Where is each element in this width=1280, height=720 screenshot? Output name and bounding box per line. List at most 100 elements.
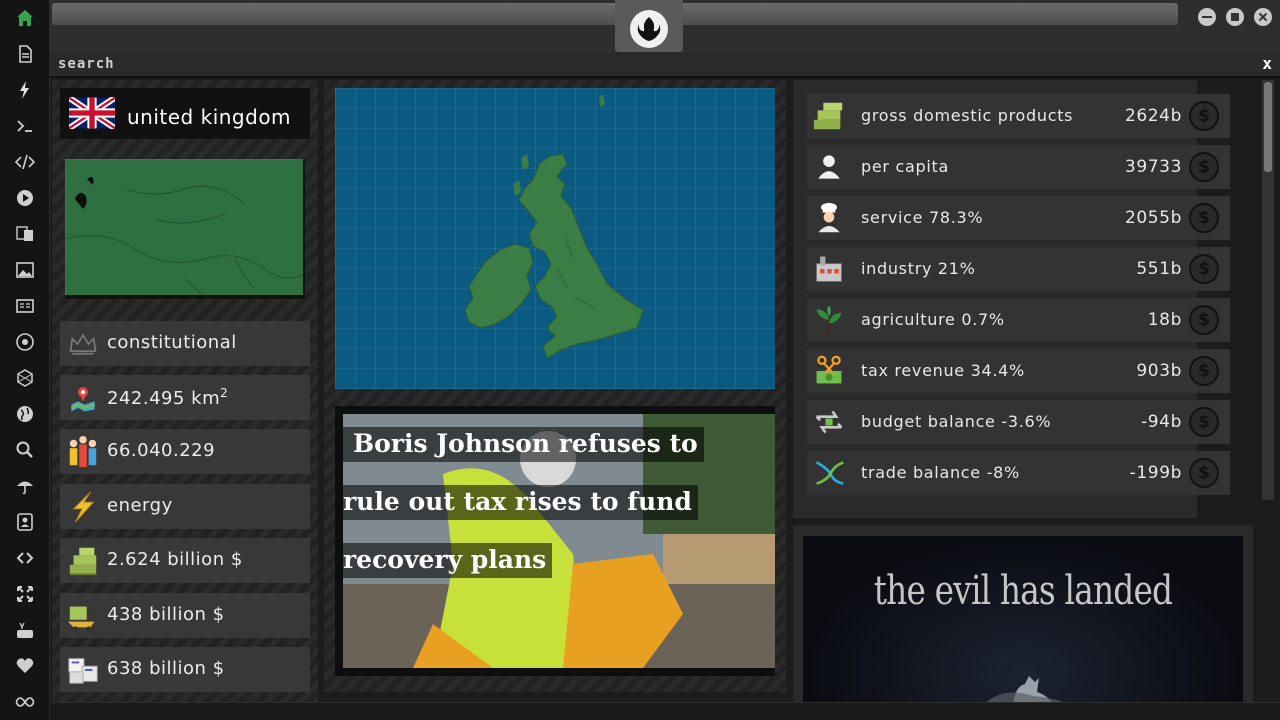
- lightning-icon: [65, 489, 101, 525]
- dollar-coin-icon[interactable]: $: [1189, 458, 1219, 488]
- umbrella-icon[interactable]: [13, 474, 37, 498]
- play-icon[interactable]: [13, 186, 37, 210]
- news-headline-line-3: recovery plans: [343, 543, 553, 578]
- news-card[interactable]: Boris Johnson refuses to rule out tax ri…: [335, 406, 775, 676]
- economy-label: gross domestic products: [861, 106, 1074, 125]
- document-icon[interactable]: [13, 42, 37, 66]
- scissors-money-icon: [811, 353, 847, 389]
- spending-stat: 438 billion $: [60, 593, 310, 638]
- energy-stat[interactable]: energy: [60, 484, 310, 529]
- rebel-alliance-logo-icon: [630, 10, 668, 48]
- economy-value: 2624b: [1124, 106, 1182, 126]
- search-icon[interactable]: [13, 438, 37, 462]
- code-icon[interactable]: [13, 150, 37, 174]
- economy-row-gdp[interactable]: gross domestic products 2624b $: [807, 94, 1230, 138]
- hexagon-network-icon[interactable]: [13, 366, 37, 390]
- economy-label: service 78.3%: [861, 208, 984, 227]
- dove-icon: [983, 676, 1068, 705]
- economy-value: 18b: [1147, 310, 1182, 330]
- economy-row-tax[interactable]: tax revenue 34.4% 903b $: [807, 349, 1230, 393]
- heart-icon[interactable]: [13, 654, 37, 678]
- country-panel: united kingdom constitutional 242.495 km…: [52, 80, 318, 702]
- dollar-coin-icon[interactable]: $: [1189, 152, 1219, 182]
- link-icon[interactable]: [13, 546, 37, 570]
- minimize-button[interactable]: [1198, 8, 1216, 26]
- economy-scrollbar[interactable]: [1262, 80, 1274, 500]
- spending-value: 438 billion $: [107, 604, 225, 625]
- expand-icon[interactable]: [13, 582, 37, 606]
- person-icon: [811, 149, 847, 185]
- country-map[interactable]: [335, 88, 775, 389]
- maximize-button[interactable]: [1226, 8, 1244, 26]
- dollar-coin-icon[interactable]: $: [1189, 305, 1219, 335]
- crown-icon: [65, 326, 101, 362]
- translate-icon[interactable]: [13, 222, 37, 246]
- economy-row-industry[interactable]: industry 21% 551b $: [807, 247, 1230, 291]
- plant-icon: [811, 302, 847, 338]
- promo-panel: the evil has landed: [793, 525, 1253, 705]
- news-headline-line-2: rule out tax rises to fund: [343, 485, 698, 520]
- economy-value: 903b: [1136, 361, 1182, 381]
- economy-label: agriculture 0.7%: [861, 310, 1005, 329]
- youtube-icon[interactable]: [13, 618, 37, 642]
- dollar-coin-icon[interactable]: $: [1189, 203, 1219, 233]
- government-stat: constitutional: [60, 321, 310, 366]
- dollar-coin-icon[interactable]: $: [1189, 407, 1219, 437]
- close-window-button[interactable]: [1254, 8, 1272, 26]
- status-bar: [50, 702, 1280, 720]
- home-icon[interactable]: [13, 6, 37, 30]
- infinity-icon[interactable]: [13, 690, 37, 714]
- map-news-panel: Boris Johnson refuses to rule out tax ri…: [324, 80, 786, 692]
- aperture-icon[interactable]: [13, 330, 37, 354]
- scrollbar-thumb[interactable]: [1264, 82, 1272, 172]
- economy-label: trade balance -8%: [861, 463, 1020, 482]
- population-stat: 66.040.229: [60, 429, 310, 474]
- lightning-icon[interactable]: [13, 78, 37, 102]
- economy-row-service[interactable]: service 78.3% 2055b $: [807, 196, 1230, 240]
- money-cart-icon: [65, 598, 101, 634]
- economy-value: 551b: [1136, 259, 1182, 279]
- economy-label: per capita: [861, 157, 949, 176]
- economy-label: budget balance -3.6%: [861, 412, 1052, 431]
- contact-card-icon[interactable]: [13, 510, 37, 534]
- search-bar[interactable]: search x: [50, 52, 1280, 78]
- newspaper-icon[interactable]: [13, 294, 37, 318]
- economy-value: 39733: [1124, 157, 1182, 177]
- economy-row-budget[interactable]: budget balance -3.6% -94b $: [807, 400, 1230, 444]
- dollar-coin-icon[interactable]: $: [1189, 101, 1219, 131]
- chef-icon: [811, 200, 847, 236]
- factory-icon: [811, 251, 847, 287]
- economy-value: -94b: [1141, 412, 1182, 432]
- economy-value: -199b: [1129, 463, 1182, 483]
- news-photo: Boris Johnson refuses to rule out tax ri…: [343, 414, 775, 668]
- package-boxes-icon: [65, 652, 101, 688]
- logo-tab[interactable]: [615, 0, 683, 52]
- economy-row-agriculture[interactable]: agriculture 0.7% 18b $: [807, 298, 1230, 342]
- dollar-coin-icon[interactable]: $: [1189, 356, 1219, 386]
- economy-row-per-capita[interactable]: per capita 39733 $: [807, 145, 1230, 189]
- world-minimap[interactable]: [65, 159, 305, 299]
- economy-label: tax revenue 34.4%: [861, 361, 1025, 380]
- gdp-stat: 2.624 billion $: [60, 538, 310, 583]
- globe-icon[interactable]: [13, 402, 37, 426]
- terminal-icon[interactable]: [13, 114, 37, 138]
- news-headline-line-1: Boris Johnson refuses to: [343, 427, 704, 462]
- image-icon[interactable]: [13, 258, 37, 282]
- area-stat: 242.495 km2: [60, 375, 310, 420]
- economy-row-trade[interactable]: trade balance -8% -199b $: [807, 451, 1230, 495]
- search-label: search: [58, 56, 115, 72]
- economy-panel: gross domestic products 2624b $ per capi…: [793, 80, 1230, 518]
- app-sidebar: [0, 0, 50, 720]
- economy-label: industry 21%: [861, 259, 976, 278]
- population-value: 66.040.229: [107, 440, 216, 461]
- trade-stat: 638 billion $: [60, 647, 310, 692]
- trade-value: 638 billion $: [107, 658, 225, 679]
- money-stack-icon: [65, 543, 101, 579]
- balance-arrows-icon: [811, 404, 847, 440]
- title-bar: [50, 0, 1280, 52]
- money-pallet-icon: [811, 98, 847, 134]
- promo-video[interactable]: the evil has landed: [803, 536, 1243, 705]
- uk-flag-icon: [69, 97, 115, 129]
- close-search-button[interactable]: x: [1262, 54, 1272, 73]
- dollar-coin-icon[interactable]: $: [1189, 254, 1219, 284]
